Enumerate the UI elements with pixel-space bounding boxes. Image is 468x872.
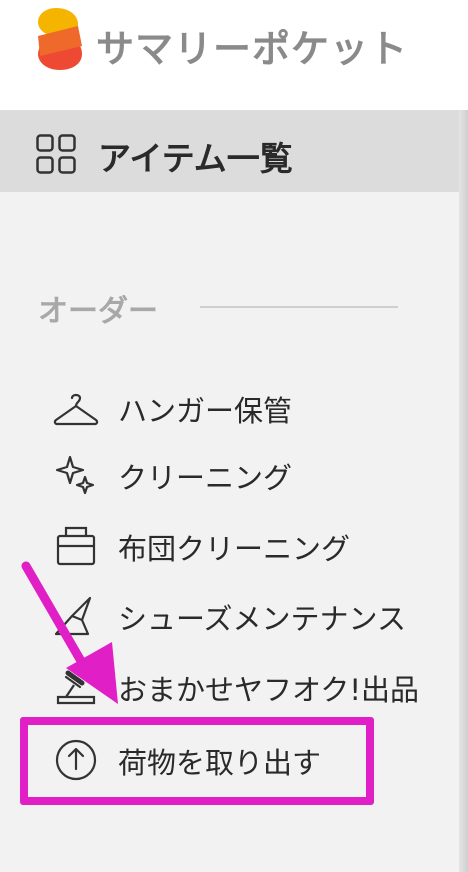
auction-icon (56, 667, 96, 705)
app-header: サマリーポケット (0, 0, 468, 110)
sidebar-item-hanger-storage[interactable]: ハンガー保管 (0, 378, 459, 438)
shoe-icon (54, 596, 92, 636)
sidebar-item-cleaning[interactable]: クリーニング (0, 445, 459, 505)
grid-icon (36, 134, 76, 174)
sidebar-item-yahoo-auction[interactable]: おまかせヤフオク!出品 (0, 657, 459, 717)
sidebar-item-label: シューズメンテナンス (118, 602, 406, 636)
sparkle-icon (55, 455, 95, 495)
futon-icon (56, 526, 96, 566)
sidebar-item-label: 布団クリーニング (118, 532, 351, 566)
sidebar-item-futon-cleaning[interactable]: 布団クリーニング (0, 516, 459, 576)
hanger-icon (53, 393, 99, 426)
sidebar-edge (459, 110, 468, 872)
sidebar-item-label: アイテム一覧 (98, 139, 293, 178)
annotation-highlight-box (20, 717, 374, 805)
summary-pocket-logo-icon[interactable] (34, 6, 84, 72)
sidebar-item-label: おまかせヤフオク!出品 (118, 673, 420, 707)
sidebar-item-label: クリーニング (118, 461, 293, 495)
sidebar-item-shoe-maintenance[interactable]: シューズメンテナンス (0, 586, 459, 646)
app-title: サマリーポケット (96, 27, 409, 71)
sidebar-item-label: ハンガー保管 (118, 394, 293, 428)
section-heading-order: オーダー (38, 294, 158, 329)
sidebar-item-items-list[interactable]: アイテム一覧 (0, 110, 459, 192)
section-divider (200, 306, 398, 308)
